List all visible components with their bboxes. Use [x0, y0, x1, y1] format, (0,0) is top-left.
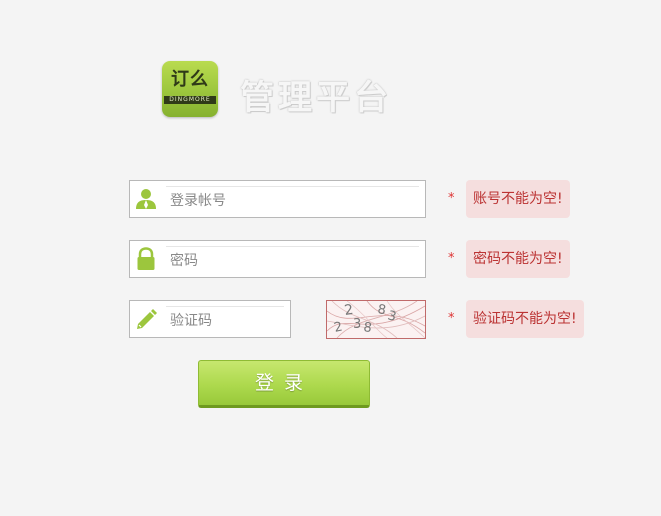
- account-required-mark: *: [448, 191, 455, 206]
- captcha-image[interactable]: 2 8 3 2 3 8: [326, 300, 426, 339]
- pencil-icon: [134, 307, 158, 331]
- account-error-message: 账号不能为空!: [466, 180, 570, 218]
- captcha-error-message: 验证码不能为空!: [466, 300, 584, 338]
- svg-text:8: 8: [362, 320, 372, 336]
- logo-sub-text: DINGMORE: [164, 96, 216, 104]
- brand-logo: 订么 DINGMORE: [162, 61, 218, 117]
- account-input[interactable]: [170, 189, 419, 213]
- account-input-wrapper: [166, 186, 419, 213]
- captcha-input[interactable]: [170, 309, 284, 333]
- password-required-mark: *: [448, 251, 455, 266]
- login-button[interactable]: 登录: [198, 360, 370, 408]
- password-error-message: 密码不能为空!: [466, 240, 570, 278]
- svg-text:2: 2: [333, 320, 344, 336]
- user-icon: [134, 187, 158, 211]
- svg-text:3: 3: [386, 308, 398, 325]
- page-title: 管理平台: [240, 78, 392, 118]
- svg-text:8: 8: [376, 302, 387, 318]
- lock-icon: [134, 247, 158, 271]
- password-input-wrapper: [166, 246, 419, 273]
- captcha-input-wrapper: [166, 306, 284, 333]
- password-field[interactable]: [129, 240, 426, 278]
- svg-text:3: 3: [353, 317, 361, 332]
- password-input[interactable]: [170, 249, 419, 273]
- logo-main-text: 订么: [171, 69, 209, 90]
- account-field[interactable]: [129, 180, 426, 218]
- login-page: 订么 DINGMORE 管理平台 * 账号不能为空! * 密码不能为空!: [0, 0, 661, 516]
- captcha-required-mark: *: [448, 311, 455, 326]
- captcha-field[interactable]: [129, 300, 291, 338]
